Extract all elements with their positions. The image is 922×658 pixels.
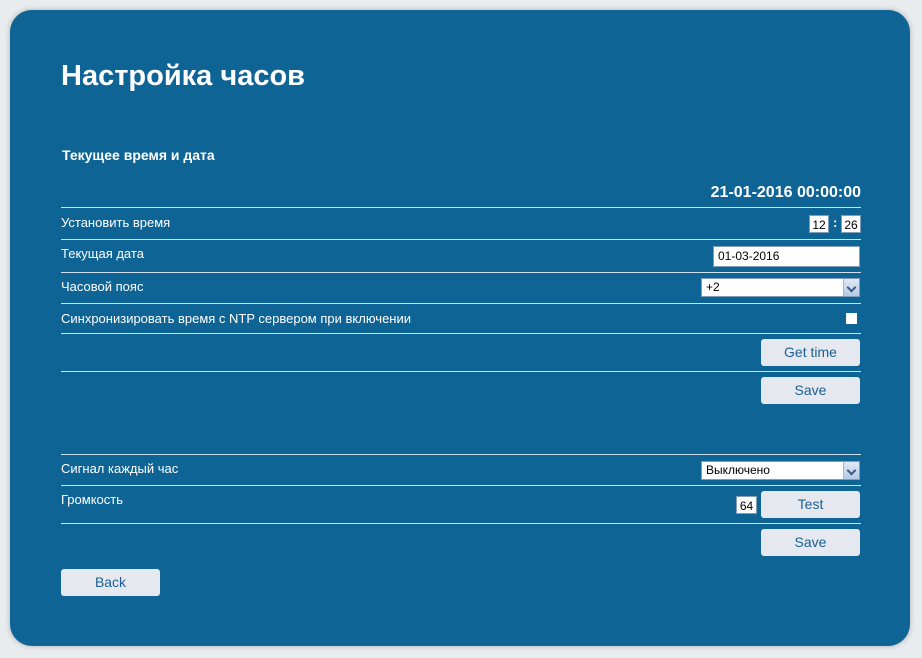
current-datetime: 21-01-2016 00:00:00 bbox=[710, 184, 861, 201]
divider bbox=[61, 303, 861, 304]
set-time-label: Установить время bbox=[61, 215, 171, 230]
section-title-current-time: Текущее время и дата bbox=[62, 147, 215, 163]
divider bbox=[61, 333, 861, 334]
settings-panel: Настройка часов Текущее время и дата 21-… bbox=[10, 10, 910, 646]
divider bbox=[61, 371, 861, 372]
save-chime-button[interactable]: Save bbox=[761, 529, 860, 556]
date-label: Текущая дата bbox=[61, 246, 144, 261]
timezone-select-value: +2 bbox=[706, 280, 720, 294]
chevron-down-icon[interactable] bbox=[843, 462, 859, 479]
back-button[interactable]: Back bbox=[61, 569, 160, 596]
hour-field[interactable]: 12 bbox=[809, 215, 829, 233]
divider bbox=[61, 239, 861, 240]
hourly-chime-label: Сигнал каждый час bbox=[61, 461, 179, 476]
get-time-button[interactable]: Get time bbox=[761, 339, 860, 366]
minute-field[interactable]: 26 bbox=[841, 215, 861, 233]
date-input[interactable]: 01-03-2016 bbox=[713, 246, 860, 267]
page-title: Настройка часов bbox=[61, 60, 305, 92]
test-chime-button[interactable]: Test bbox=[761, 491, 860, 518]
hourly-chime-select[interactable]: Выключено bbox=[701, 461, 860, 480]
save-time-button[interactable]: Save bbox=[761, 377, 860, 404]
divider bbox=[61, 454, 861, 455]
volume-label: Громкость bbox=[61, 492, 123, 507]
timezone-select[interactable]: +2 bbox=[701, 278, 860, 297]
timezone-label: Часовой пояс bbox=[61, 279, 144, 294]
divider bbox=[61, 207, 861, 208]
divider bbox=[61, 523, 861, 524]
hourly-chime-select-value: Выключено bbox=[706, 463, 770, 477]
chevron-down-icon[interactable] bbox=[843, 279, 859, 296]
ntp-sync-checkbox[interactable] bbox=[846, 313, 857, 324]
divider bbox=[61, 272, 861, 273]
divider bbox=[61, 485, 861, 486]
time-separator: : bbox=[833, 215, 838, 230]
volume-field[interactable]: 64 bbox=[736, 496, 757, 514]
ntp-sync-label: Синхронизировать время с NTP сервером пр… bbox=[61, 311, 411, 326]
